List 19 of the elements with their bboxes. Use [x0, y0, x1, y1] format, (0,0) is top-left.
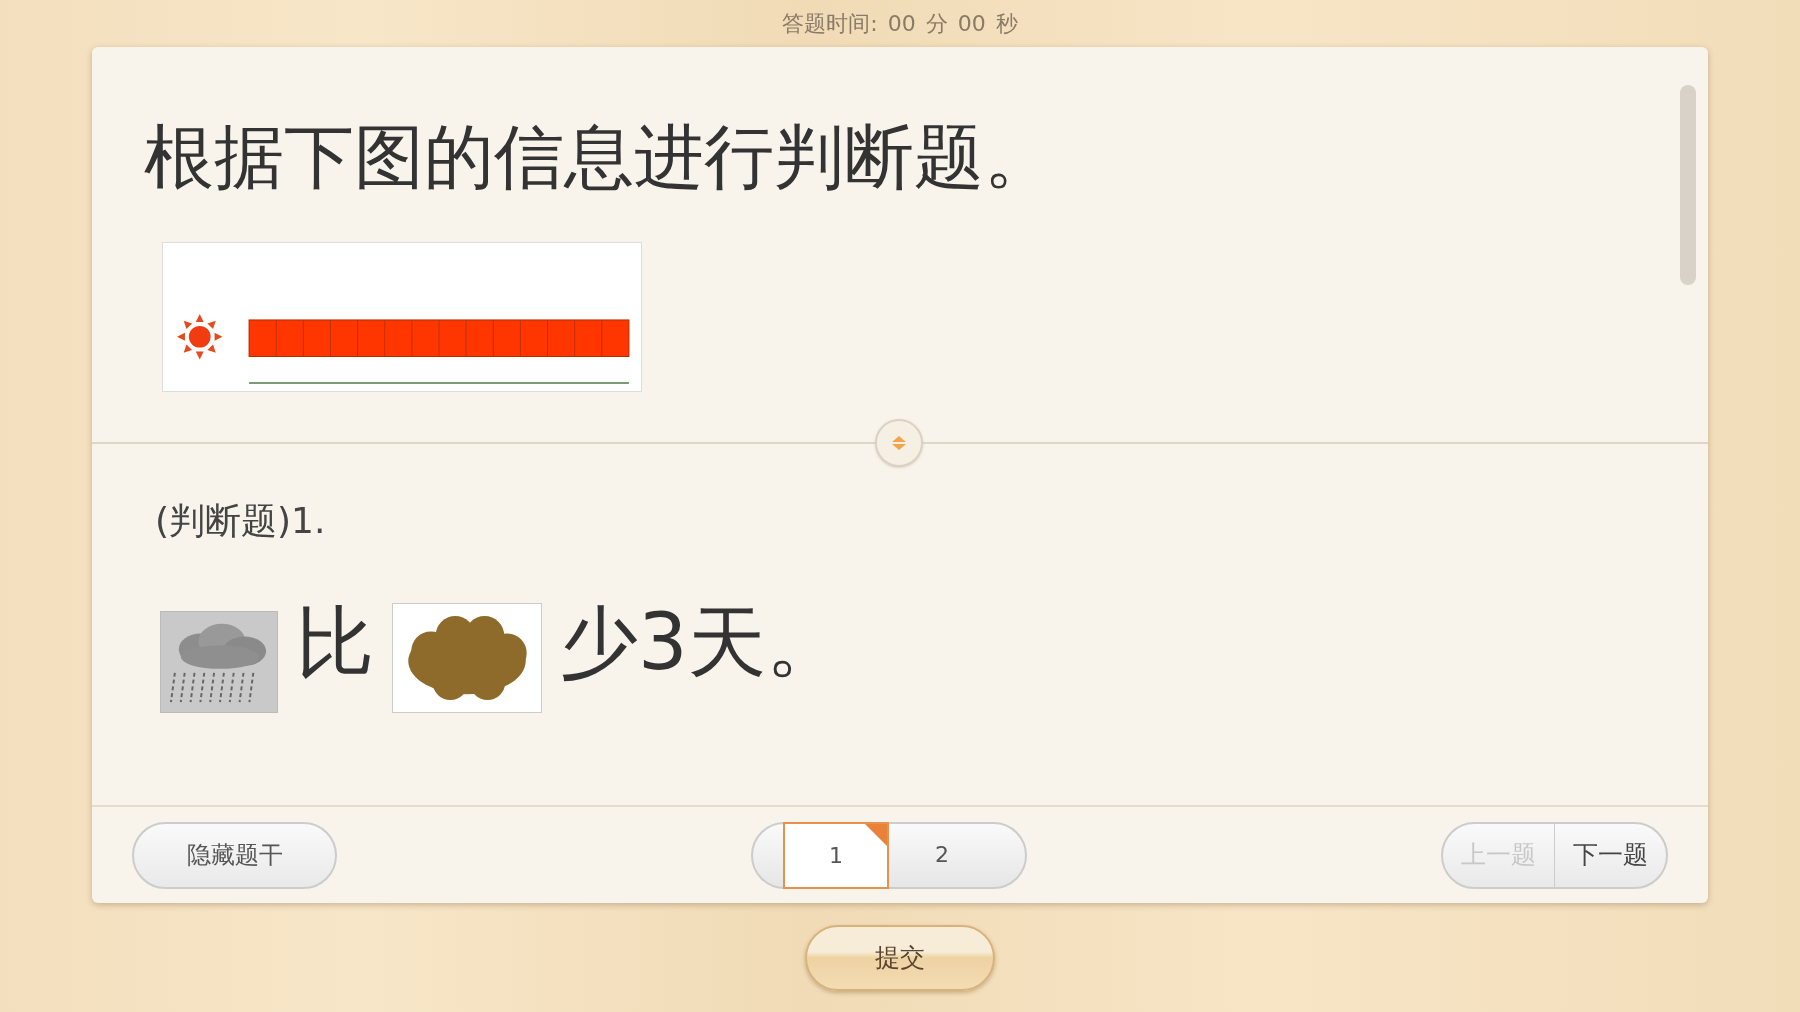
hide-stem-button[interactable]: 隐藏题干 — [132, 821, 337, 889]
timer-seconds: 00 — [957, 10, 986, 38]
question-text: 少3天。 — [560, 603, 844, 681]
question-label: (判断题)1. — [155, 499, 327, 543]
question-text: 比 — [296, 603, 374, 681]
timer-minutes: 00 — [887, 10, 916, 38]
submit-button[interactable]: 提交 — [805, 925, 995, 991]
rain-cloud-icon — [160, 611, 278, 713]
splitter-handle[interactable] — [875, 419, 923, 467]
timer-minutes-unit: 分 — [925, 10, 948, 38]
page-tab[interactable]: 1 — [783, 821, 889, 889]
cloud-icon — [392, 603, 542, 713]
page-tab[interactable]: 2 — [889, 821, 995, 889]
timer-seconds-unit: 秒 — [995, 10, 1018, 38]
next-button[interactable]: 下一题 — [1555, 823, 1666, 887]
corner-flag-icon — [865, 823, 887, 846]
timer-label: 答题时间: — [782, 10, 878, 38]
scrollbar-thumb[interactable] — [1680, 85, 1696, 285]
stem-title: 根据下图的信息进行判断题。 — [144, 122, 1055, 192]
